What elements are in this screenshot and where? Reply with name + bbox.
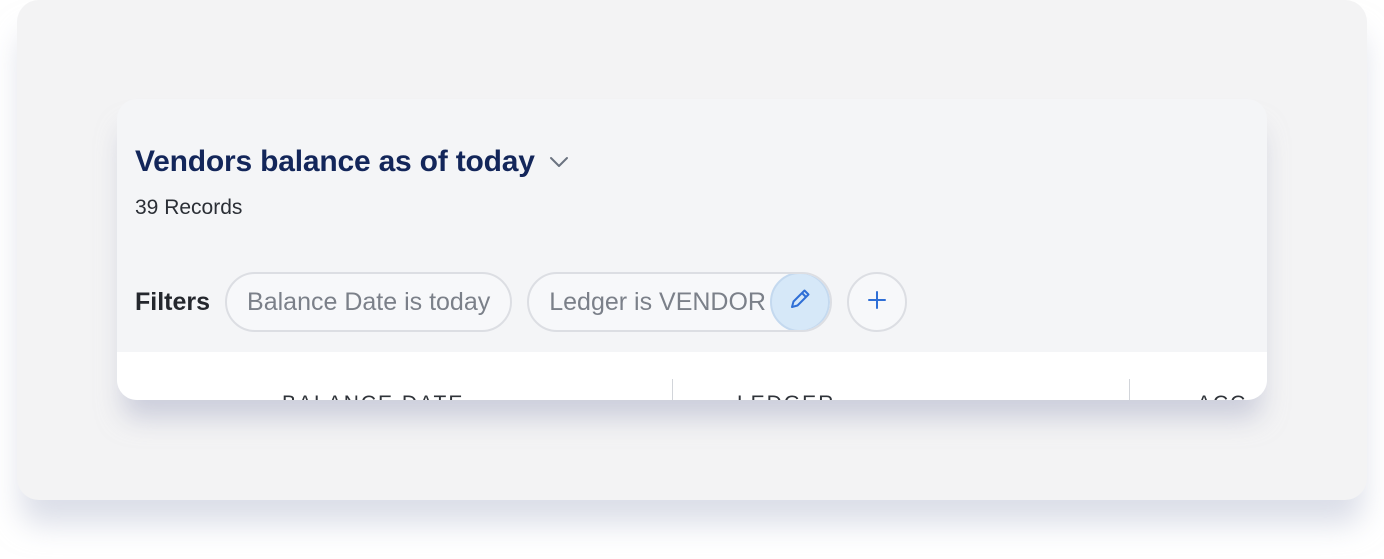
edit-filter-button[interactable] xyxy=(770,274,831,330)
column-header-ledger[interactable]: LEDGER xyxy=(737,392,835,400)
pencil-icon xyxy=(786,285,814,320)
add-filter-button[interactable] xyxy=(847,272,908,332)
filter-chip-ledger[interactable]: Ledger is VENDOR xyxy=(527,272,833,332)
filters-label: Filters xyxy=(135,287,211,316)
column-divider[interactable] xyxy=(672,379,673,400)
records-count: 39 Records xyxy=(135,196,243,219)
column-divider[interactable] xyxy=(1129,379,1130,400)
table-header: BALANCE DATE LEDGER ACC xyxy=(117,352,1267,400)
column-header-balance-date[interactable]: BALANCE DATE xyxy=(282,392,464,400)
column-header-acc[interactable]: ACC xyxy=(1197,392,1247,400)
chevron-down-icon[interactable] xyxy=(549,152,569,172)
filter-chip-balance-date[interactable]: Balance Date is today xyxy=(225,272,513,332)
filters-bar: Filters Balance Date is today Ledger is … xyxy=(135,272,908,332)
plus-icon xyxy=(866,289,888,316)
filter-chip-label: Ledger is VENDOR xyxy=(549,287,766,316)
report-title[interactable]: Vendors balance as of today xyxy=(135,145,535,179)
filter-chip-label: Balance Date is today xyxy=(247,287,491,316)
report-title-row[interactable]: Vendors balance as of today xyxy=(135,145,569,179)
report-card: Vendors balance as of today 39 Records F… xyxy=(117,99,1267,400)
